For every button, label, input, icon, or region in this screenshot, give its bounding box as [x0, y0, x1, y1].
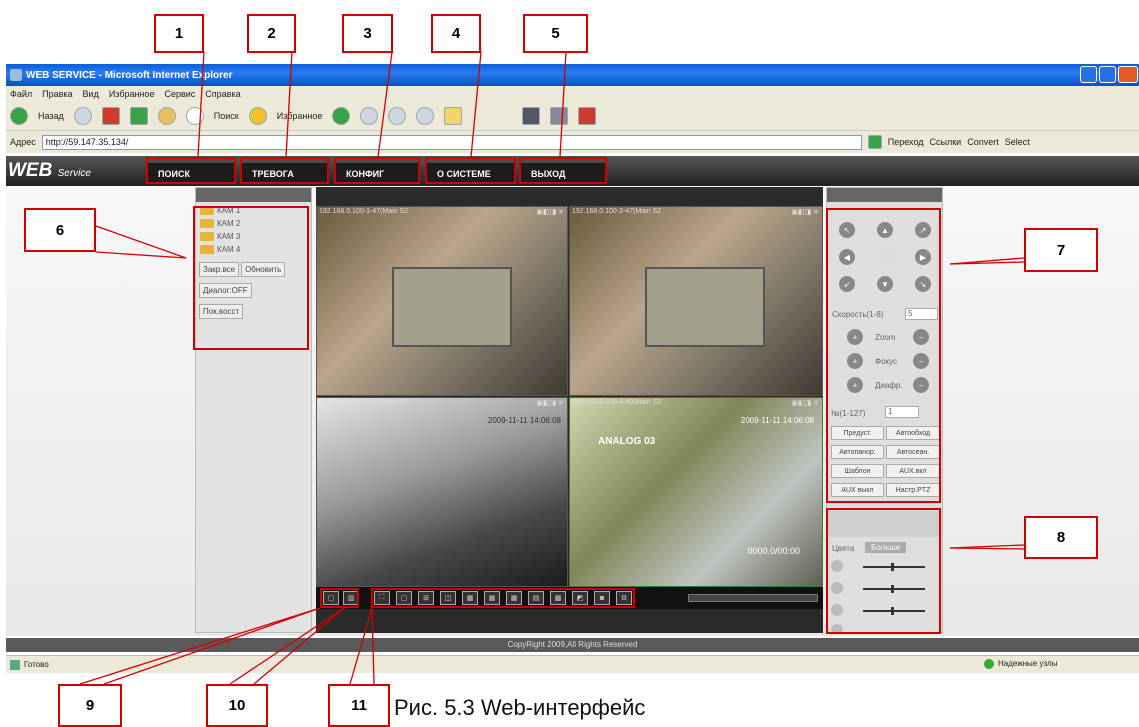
- folder-icon[interactable]: [444, 106, 463, 125]
- highlight-layout: [320, 588, 359, 608]
- window-titlebar: WEB SERVICE - Microsoft Internet Explore…: [6, 64, 1139, 86]
- page-icon: [10, 659, 20, 670]
- address-input[interactable]: http://59.147.35.134/: [41, 134, 862, 150]
- highlight-ptz: [826, 208, 941, 503]
- window-title: WEB SERVICE - Microsoft Internet Explore…: [26, 69, 233, 81]
- search-icon[interactable]: [185, 106, 204, 125]
- video-cell-3[interactable]: 192.168.0.100-3-51(Main S2 ▣◧◨ ✕ 2009-11…: [316, 397, 568, 587]
- callout-8: 8: [1024, 516, 1098, 559]
- status-bar: Готово Надежные узлы: [6, 655, 1139, 673]
- forward-icon[interactable]: [73, 106, 92, 125]
- zone-text: Надежные узлы: [998, 659, 1058, 668]
- history-icon[interactable]: [332, 106, 351, 125]
- video-cell-1[interactable]: 192.168.0.100-1-47(Main S2 ▣◧◨ ✕: [316, 206, 568, 396]
- mail-icon[interactable]: [360, 106, 379, 125]
- stop-icon[interactable]: [101, 106, 120, 125]
- address-label: Адрес: [10, 137, 36, 147]
- highlight-color: [826, 508, 941, 634]
- ie-icon: [10, 69, 22, 81]
- callout-2: 2: [247, 14, 296, 53]
- monitor-image: [645, 267, 765, 347]
- alert-icon[interactable]: [578, 106, 597, 125]
- status-text: Готово: [24, 660, 49, 669]
- k-icon[interactable]: [522, 106, 541, 125]
- video-controls-icon[interactable]: ▣◧◨ ✕: [536, 399, 564, 407]
- panel-header: [196, 188, 311, 202]
- video-controls-icon[interactable]: ▣◧◨ ✕: [791, 208, 819, 216]
- video-area: 192.168.0.100-1-47(Main S2 ▣◧◨ ✕ 192.168…: [316, 187, 823, 633]
- star-icon[interactable]: [248, 106, 267, 125]
- monitor-image: [392, 267, 512, 347]
- video-controls-icon[interactable]: ▣◧◨ ✕: [536, 208, 564, 216]
- highlight-nav-alarm: [240, 157, 329, 184]
- go-button[interactable]: Переход: [888, 137, 924, 147]
- print-icon[interactable]: [388, 106, 407, 125]
- copyright-footer: CopyRight 2009,All Rights Reserved: [6, 638, 1139, 652]
- callout-6: 6: [24, 208, 96, 252]
- maximize-icon[interactable]: [1099, 66, 1116, 83]
- ie-menubar: Файл Правка Вид Избранное Сервис Справка: [6, 86, 1139, 101]
- callout-3: 3: [342, 14, 393, 53]
- search-label[interactable]: Поиск: [214, 111, 239, 121]
- callout-7: 7: [1024, 228, 1098, 272]
- select-button[interactable]: Select: [1005, 137, 1030, 147]
- highlight-nav-search: [146, 157, 236, 184]
- menu-edit[interactable]: Правка: [42, 89, 72, 99]
- video-controls-icon[interactable]: ▣◧◨ ✕: [791, 399, 819, 407]
- callout-4: 4: [431, 14, 481, 53]
- close-icon[interactable]: [1118, 66, 1138, 83]
- favorites-label[interactable]: Избранное: [277, 111, 323, 121]
- ie-toolbar: Назад Поиск Избранное: [6, 101, 1139, 131]
- minimize-icon[interactable]: [1080, 66, 1097, 83]
- highlight-nav-exit: [519, 157, 607, 184]
- video-cell-2[interactable]: 192.168.0.100-2-47(Main S2 ▣◧◨ ✕: [569, 206, 823, 396]
- menu-favorites[interactable]: Избранное: [109, 89, 155, 99]
- go-icon[interactable]: [867, 135, 882, 149]
- page-controls[interactable]: [688, 594, 818, 602]
- back-icon[interactable]: [10, 106, 28, 125]
- figure-caption: Рис. 5.3 Web-интерфейс: [394, 695, 646, 720]
- address-bar: Адрес http://59.147.35.134/ Переход Ссыл…: [6, 131, 1139, 153]
- callout-10: 10: [206, 684, 268, 727]
- callout-1: 1: [154, 14, 204, 53]
- web-service-logo: WEB Service: [8, 160, 91, 181]
- trusted-icon: [984, 659, 994, 669]
- callout-5: 5: [523, 14, 588, 53]
- back-label[interactable]: Назад: [38, 111, 64, 121]
- menu-help[interactable]: Справка: [205, 89, 240, 99]
- links-label[interactable]: Ссылки: [930, 137, 962, 147]
- panel-header: [827, 188, 942, 202]
- callout-11: 11: [328, 684, 390, 727]
- highlight-camera-list: [193, 206, 309, 350]
- highlight-nav-config: [334, 157, 420, 184]
- edit-icon[interactable]: [416, 106, 435, 125]
- menu-tools[interactable]: Сервис: [164, 89, 195, 99]
- refresh-icon[interactable]: [129, 106, 148, 125]
- menu-view[interactable]: Вид: [83, 89, 99, 99]
- home-icon[interactable]: [157, 106, 176, 125]
- highlight-nav-about: [425, 157, 516, 184]
- callout-9: 9: [58, 684, 122, 727]
- menu-file[interactable]: Файл: [10, 89, 32, 99]
- convert-button[interactable]: Convert: [967, 137, 999, 147]
- video-cell-4[interactable]: 192.168.0.100-4-40(Main S2 ▣◧◨ ✕ 2009-11…: [569, 397, 823, 587]
- highlight-split: [371, 588, 635, 608]
- messenger-icon[interactable]: [550, 106, 569, 125]
